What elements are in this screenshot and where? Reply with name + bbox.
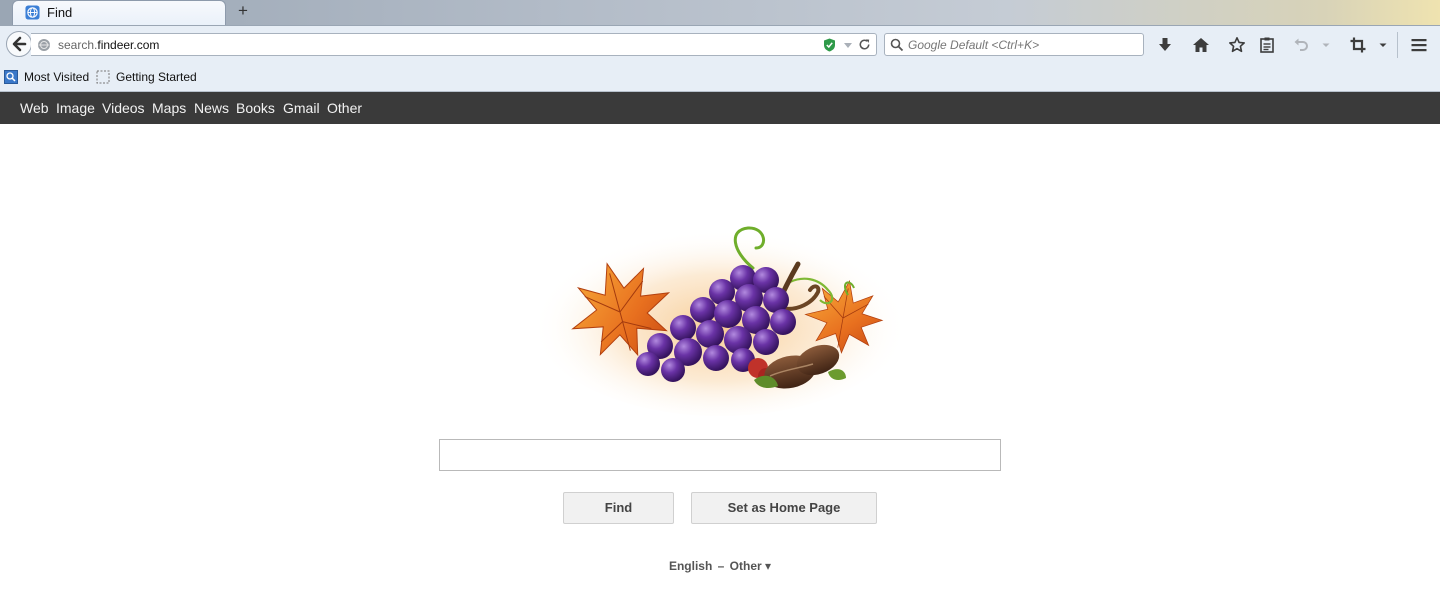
bookmark-most-visited[interactable]: Most Visited	[24, 70, 89, 84]
tab-find[interactable]: Find	[12, 0, 226, 25]
history-dropdown-icon[interactable]	[842, 38, 854, 52]
autumn-grapes-logo	[532, 220, 908, 416]
globe-icon	[25, 5, 40, 20]
nav-news[interactable]: News	[194, 100, 229, 116]
site-nav-bar: Web Image Videos Maps News Books Gmail O…	[0, 92, 1440, 124]
language-selector: English – Other ▾	[0, 559, 1440, 573]
toolbar-divider	[1397, 32, 1398, 58]
nav-maps[interactable]: Maps	[152, 100, 186, 116]
url-text[interactable]: search.findeer.com	[58, 38, 159, 52]
search-icon	[890, 38, 904, 52]
language-other-dropdown[interactable]: Other ▾	[730, 559, 771, 573]
blank-page-icon	[96, 70, 110, 84]
shield-icon[interactable]	[823, 38, 836, 52]
language-english[interactable]: English	[669, 559, 712, 573]
back-arrow-icon	[12, 36, 27, 52]
url-host-prefix: search.	[58, 38, 98, 52]
bookmark-star-icon[interactable]	[1228, 36, 1246, 54]
nav-videos[interactable]: Videos	[102, 100, 145, 116]
language-separator: –	[717, 559, 725, 573]
undo-icon[interactable]	[1292, 36, 1310, 54]
navigation-toolbar: search.findeer.com Google Default <Ctrl+…	[0, 26, 1440, 64]
nav-books[interactable]: Books	[236, 100, 275, 116]
main-search-input[interactable]	[439, 439, 1001, 471]
undo-dropdown-icon[interactable]	[1320, 36, 1332, 54]
reading-list-icon[interactable]	[1258, 36, 1276, 54]
browser-search-field[interactable]: Google Default <Ctrl+K>	[884, 33, 1144, 56]
new-tab-button[interactable]: +	[234, 2, 252, 20]
find-button[interactable]: Find	[563, 492, 674, 524]
home-icon[interactable]	[1192, 36, 1210, 54]
tab-title: Find	[47, 5, 73, 20]
nav-image[interactable]: Image	[56, 100, 95, 116]
url-bar[interactable]: search.findeer.com	[31, 33, 877, 56]
set-home-page-button[interactable]: Set as Home Page	[691, 492, 877, 524]
site-identity-icon	[38, 39, 50, 51]
back-button[interactable]	[6, 31, 32, 57]
url-domain: findeer.com	[97, 38, 160, 52]
nav-other[interactable]: Other	[327, 100, 362, 116]
reload-icon[interactable]	[857, 37, 872, 52]
most-visited-icon	[4, 70, 18, 84]
menu-hamburger-icon[interactable]	[1410, 36, 1428, 54]
tab-strip: Find +	[0, 0, 1440, 26]
bookmark-getting-started[interactable]: Getting Started	[116, 70, 197, 84]
search-placeholder: Google Default <Ctrl+K>	[908, 38, 1040, 52]
crop-icon[interactable]	[1349, 36, 1367, 54]
nav-gmail[interactable]: Gmail	[283, 100, 320, 116]
crop-dropdown-icon[interactable]	[1377, 36, 1389, 54]
nav-web[interactable]: Web	[20, 100, 49, 116]
bookmarks-toolbar: Most Visited Getting Started	[0, 64, 1440, 92]
download-icon[interactable]	[1156, 36, 1174, 54]
